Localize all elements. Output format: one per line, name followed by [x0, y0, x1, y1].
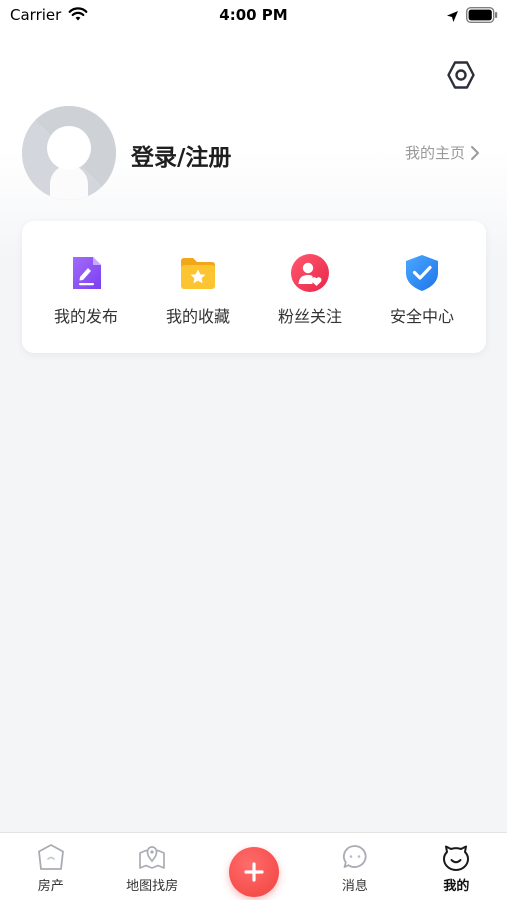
my-posts-label: 我的发布 [53, 307, 118, 326]
message-icon [342, 845, 367, 868]
tab-publish[interactable] [203, 833, 304, 900]
fans-follow-label: 粉丝关注 [277, 307, 342, 326]
publish-plus-button[interactable] [228, 847, 279, 897]
tab-messages-label: 消息 [341, 879, 368, 894]
plus-icon [243, 862, 264, 882]
my-favorites-button[interactable]: 我的收藏 [148, 221, 248, 353]
avatar[interactable] [22, 106, 116, 200]
fans-follow-button[interactable]: 粉丝关注 [260, 221, 360, 353]
location-arrow-icon [446, 8, 459, 27]
star-folder-icon [181, 258, 215, 289]
tab-messages[interactable]: 消息 [304, 833, 405, 900]
default-avatar-icon [22, 106, 116, 200]
my-homepage-label: 我的主页 [404, 144, 465, 162]
house-icon [37, 844, 64, 870]
shield-check-icon [406, 255, 438, 291]
user-heart-icon [291, 254, 329, 292]
security-center-label: 安全中心 [389, 307, 454, 326]
quick-actions-card: 我的发布 我的收藏 粉丝关注 安全中心 [22, 221, 486, 353]
chevron-right-icon [471, 145, 479, 160]
battery-icon [465, 6, 498, 27]
my-homepage-link[interactable]: 我的主页 [405, 142, 481, 163]
settings-button[interactable] [444, 58, 478, 92]
settings-hexagon-icon [447, 61, 475, 89]
tab-property-label: 房产 [37, 879, 64, 894]
tab-property[interactable]: 房产 [0, 833, 101, 900]
tab-bar: 房产 地图找房 消息 我的 [0, 832, 507, 900]
edit-document-icon [73, 257, 101, 289]
tab-map-search[interactable]: 地图找房 [101, 833, 202, 900]
tab-mine-label: 我的 [443, 879, 470, 894]
tab-map-search-label: 地图找房 [126, 879, 179, 894]
status-time: 4:00 PM [219, 6, 288, 24]
map-pin-icon [139, 846, 165, 869]
my-posts-button[interactable]: 我的发布 [36, 221, 136, 353]
my-favorites-label: 我的收藏 [165, 307, 230, 326]
smile-icon [443, 845, 470, 871]
login-register-link[interactable]: 登录/注册 [131, 138, 231, 172]
security-center-button[interactable]: 安全中心 [372, 221, 472, 353]
status-bar: Carrier 4:00 PM [0, 0, 507, 32]
tab-mine[interactable]: 我的 [406, 833, 507, 900]
